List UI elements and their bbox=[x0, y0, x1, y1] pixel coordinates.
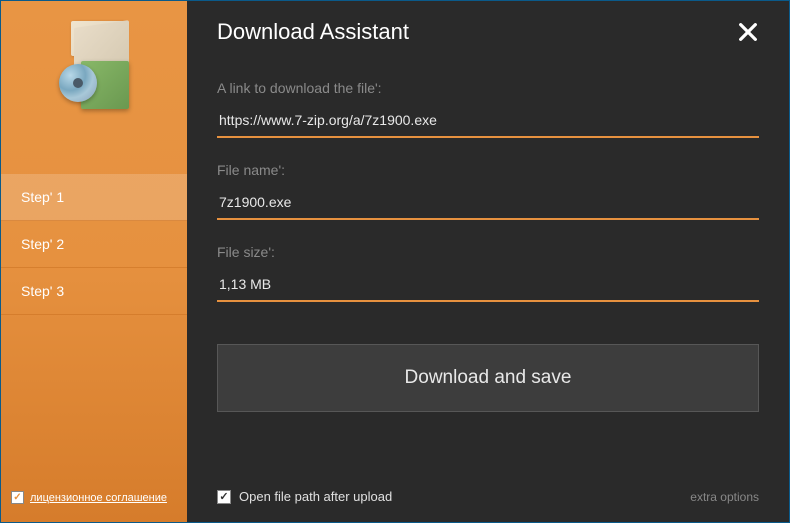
filename-field-group: File name': bbox=[217, 162, 759, 220]
footer: ✓ Open file path after upload extra opti… bbox=[187, 475, 789, 522]
download-save-button[interactable]: Download and save bbox=[217, 344, 759, 412]
open-path-row: ✓ Open file path after upload bbox=[217, 489, 392, 504]
header: Download Assistant bbox=[187, 1, 789, 55]
filename-input[interactable] bbox=[217, 188, 759, 220]
link-field-group: A link to download the file': bbox=[217, 80, 759, 138]
link-input[interactable] bbox=[217, 106, 759, 138]
filesize-label: File size': bbox=[217, 244, 759, 260]
link-label: A link to download the file': bbox=[217, 80, 759, 96]
main-panel: Download Assistant A link to download th… bbox=[187, 1, 789, 522]
step-2[interactable]: Step' 2 bbox=[1, 221, 187, 268]
close-icon bbox=[737, 21, 759, 43]
filesize-input[interactable] bbox=[217, 270, 759, 302]
filesize-field-group: File size': bbox=[217, 244, 759, 302]
close-button[interactable] bbox=[735, 19, 761, 45]
form-area: A link to download the file': File name'… bbox=[187, 55, 789, 475]
open-path-checkbox[interactable]: ✓ bbox=[217, 490, 231, 504]
open-path-label: Open file path after upload bbox=[239, 489, 392, 504]
step-3[interactable]: Step' 3 bbox=[1, 268, 187, 315]
download-assistant-window: Step' 1 Step' 2 Step' 3 ✓ лицензионное с… bbox=[0, 0, 790, 523]
steps-list: Step' 1 Step' 2 Step' 3 bbox=[1, 174, 187, 315]
license-checkbox[interactable]: ✓ bbox=[11, 491, 24, 504]
license-agreement-row: ✓ лицензионное соглашение bbox=[11, 491, 167, 504]
sidebar: Step' 1 Step' 2 Step' 3 ✓ лицензионное с… bbox=[1, 1, 187, 522]
license-link[interactable]: лицензионное соглашение bbox=[30, 492, 167, 504]
filename-label: File name': bbox=[217, 162, 759, 178]
extra-options-link[interactable]: extra options bbox=[690, 490, 759, 504]
installer-icon bbox=[49, 19, 139, 109]
step-1[interactable]: Step' 1 bbox=[1, 174, 187, 221]
page-title: Download Assistant bbox=[217, 19, 409, 45]
